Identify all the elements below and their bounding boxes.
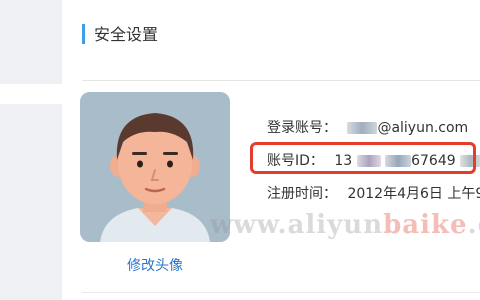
section-accent-bar bbox=[82, 24, 85, 44]
avatar[interactable] bbox=[80, 92, 230, 242]
avatar-illustration bbox=[80, 92, 230, 242]
watermark-accent: baike bbox=[383, 210, 468, 240]
register-time-value: 2012年4月6日 上午9 bbox=[347, 186, 480, 202]
watermark-part: .c bbox=[467, 210, 480, 240]
section-title: 安全设置 bbox=[94, 25, 159, 44]
login-account-suffix: @aliyun.com bbox=[377, 120, 469, 136]
change-avatar-link[interactable]: 修改头像 bbox=[80, 255, 230, 275]
left-panel bbox=[0, 0, 62, 300]
login-account-value: @aliyun.com bbox=[347, 120, 468, 136]
register-time-row: 注册时间： 2012年4月6日 上午9 bbox=[267, 183, 480, 205]
section-divider bbox=[82, 80, 480, 81]
left-nav-block bbox=[0, 104, 62, 300]
main-content: 安全设置 修改头像 登录账号： @aliyun.com 账号ID： 13 676… bbox=[62, 0, 480, 300]
left-nav-gap bbox=[0, 84, 62, 104]
watermark: www.aliyunbaike.c bbox=[210, 208, 480, 242]
redacted-block bbox=[347, 122, 378, 134]
account-id-highlight bbox=[250, 142, 476, 174]
watermark-part: www.aliyun bbox=[210, 210, 384, 240]
register-time-label: 注册时间： bbox=[267, 186, 337, 202]
bottom-divider bbox=[82, 292, 480, 293]
login-account-row: 登录账号： @aliyun.com bbox=[267, 117, 468, 139]
left-nav-block bbox=[0, 0, 62, 84]
login-account-label: 登录账号： bbox=[267, 120, 337, 136]
